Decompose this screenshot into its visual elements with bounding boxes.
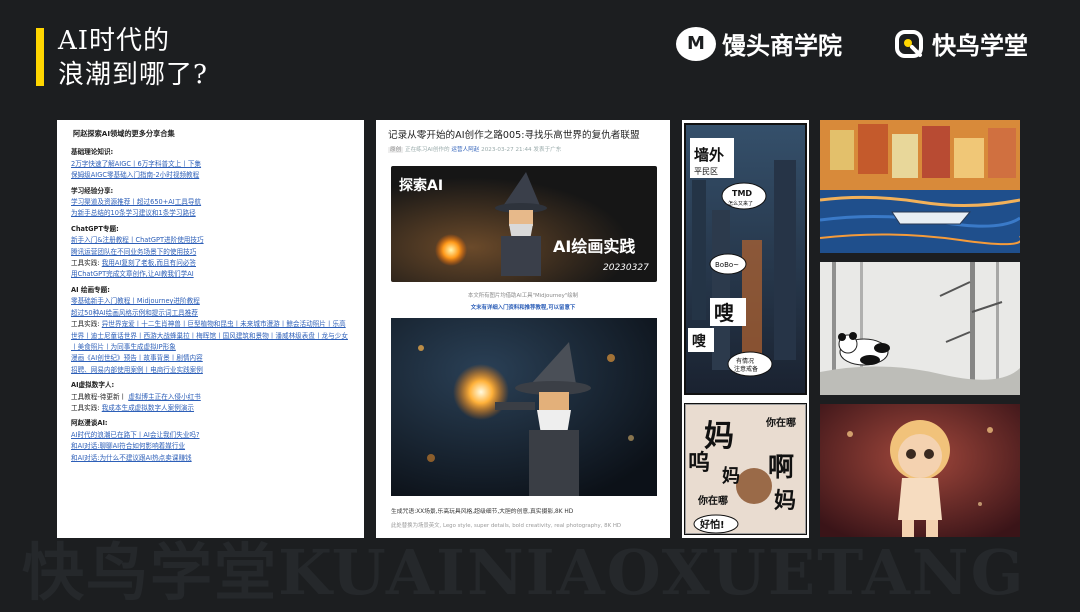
link-collection-panel: 阿赵探索AI领域的更多分享合集 基础理论知识: 2万字快速了解AIGC丨6万字科…: [57, 120, 364, 538]
account-link[interactable]: 运营人阿赵: [451, 147, 479, 153]
comic-bubble-alert-sub: 注意戒备: [734, 365, 758, 373]
article-panel: 记录从零开始的AI创作之路005:寻找乐高世界的复仇者联盟 原创 正在练习AI创…: [376, 120, 670, 538]
row-prefix: 工具教程-待更新丨: [71, 392, 127, 401]
comic-bubble-where-2: 你在哪: [697, 494, 728, 507]
practice-row: 工具实践: 我成本生成虚拟数字人案例演示: [71, 403, 350, 414]
collection-link[interactable]: 和AI对话:聊聊AI符合如何影响着媒行业: [71, 441, 350, 452]
collection-link[interactable]: 腾讯运营团队在不同业务场景下的使用技巧: [71, 247, 350, 258]
collection-link[interactable]: 我成本生成虚拟数字人案例演示: [102, 404, 194, 412]
painting-harbor-image: [820, 120, 1020, 253]
collection-link[interactable]: 招聘、网易内部使用案例丨电商行业实践案例: [71, 365, 350, 376]
collection-link[interactable]: 学习渠道及资源推荐丨超过650+AI工具导航: [71, 197, 350, 208]
comic-big-2: 妈: [722, 466, 740, 487]
collection-link[interactable]: 虚拟博主正在入侵小红书: [128, 393, 201, 401]
section-heading: 学习经验分享:: [71, 186, 114, 195]
comic-big-1: 妈: [704, 419, 734, 454]
collection-link[interactable]: 用ChatGPT完成文章创作,让AI教我们学AI: [71, 269, 350, 280]
comic-bubble-tmd-sub: 怎么又来了: [728, 200, 753, 207]
practice-row: 工具实践: 异世界宠爱丨十二生肖神兽丨巨型植物和昆虫丨未来城市漫游丨鲸会活动照片…: [71, 319, 350, 353]
row-prefix: 工具实践:: [71, 403, 100, 412]
collection-link[interactable]: 保姆级AIGC零基础入门指南-2小时视频教程: [71, 170, 350, 181]
practice-row: 工具实践: 我用AI复刻了老板,而且有问必答: [71, 258, 350, 269]
cover-top-text: 探索AI: [399, 177, 443, 194]
practice-prefix: 工具实践:: [71, 259, 100, 268]
comic-bubble-alert: 有情况: [736, 357, 754, 365]
prompt-english: 此处替换为场景英文, Lego style, super details, bo…: [391, 523, 622, 529]
collection-link[interactable]: AI时代的浪潮已在路下丨AI会让我们失业吗?: [71, 430, 350, 441]
comic-header-sub: 平民区: [694, 167, 718, 176]
mantou-logo-icon: M: [676, 26, 716, 61]
collection-title: 阿赵探索AI领域的更多分享合集: [73, 129, 175, 138]
comic-sfx-1: 嗖: [714, 301, 734, 325]
comic-big-4: 妈: [774, 489, 796, 514]
painting-panda-image: [820, 262, 1020, 395]
kuainiao-logo-icon: [892, 27, 926, 61]
comic-bubble-where: 你在哪: [765, 416, 796, 429]
section-heading: AI虚拟数字人:: [71, 381, 115, 390]
comic-header-text: 墙外: [694, 146, 724, 164]
collection-link[interactable]: 和AI对话:为什么不建议跟AI热点卖课赚钱: [71, 453, 350, 464]
brand-mantou: M 馒头商学院: [676, 26, 842, 61]
section-heading: 阿赵漫谈AI:: [71, 419, 108, 428]
section-heading: ChatGPT专题:: [71, 224, 119, 233]
title-line-2: 浪潮到哪了?: [58, 60, 208, 90]
practice-row: 工具教程-待更新丨 虚拟博主正在入侵小红书: [71, 392, 350, 403]
comic-left-char: 呜: [688, 450, 710, 476]
title-line-1: AI时代的: [58, 26, 171, 56]
section-heading: AI 绘画专题:: [71, 285, 110, 294]
prompt-chinese: 生成咒语:XX场景,乐高玩具风格,超级细节,大胆的创意,真实摄影,8K HD: [391, 509, 574, 515]
accent-bar: [36, 28, 44, 86]
section-heading: 基础理论知识:: [71, 148, 114, 157]
collection-link[interactable]: 零基础新手入门教程丨Midjourney进阶教程: [71, 296, 350, 307]
brand-kuainiao: 快鸟学堂: [892, 26, 1028, 61]
article-location: 发表于广东: [533, 147, 562, 153]
cover-main-text: AI绘画实践: [553, 237, 635, 256]
tip-caption: 文末有详细入门资料和推荐教程,可以留意下: [470, 305, 576, 311]
cover-date-text: 20230327: [603, 263, 649, 273]
collection-link[interactable]: 超过50种AI绘画风格示例和提示词工具推荐: [71, 308, 350, 319]
article-cover-image: 探索AI AI绘画实践 20230327: [391, 166, 657, 282]
comic-strip: 墙外 平民区 TMD 怎么又来了 BoBo~ 嗖 嗖 有情况 注意戒备 你在哪 …: [682, 120, 809, 538]
collection-link[interactable]: 为新手总结的10条学习建议和1条学习路径: [71, 208, 350, 219]
brand-kuainiao-name: 快鸟学堂: [932, 32, 1028, 60]
comic-big-3: 啊: [768, 453, 794, 483]
original-badge: 原创: [388, 147, 404, 153]
article-title[interactable]: 记录从零开始的AI创作之路005:寻找乐高世界的复仇者联盟: [388, 127, 640, 141]
brand-mantou-name: 馒头商学院: [722, 32, 842, 60]
comic-bubble-bobo: BoBo~: [715, 261, 739, 269]
article-meta: 原创 正在练习AI创作的 运营人阿赵 2023-03-27 21:44 发表于广…: [388, 145, 561, 153]
collection-link[interactable]: 漫画《AI创世纪》预告丨故事背景丨剧情内容: [71, 353, 350, 364]
collection-link[interactable]: 新手入门&注册教程丨ChatGPT进阶使用技巧: [71, 235, 350, 246]
article-date: 2023-03-27 21:44: [481, 147, 532, 153]
image-caption: 本文所有图片均借助AI工具"Midjourney"绘制: [467, 293, 579, 299]
comic-bubble-scared: 好怕!: [699, 518, 725, 531]
comic-sfx-2: 嗖: [692, 333, 706, 350]
page-title: AI时代的 浪潮到哪了?: [58, 24, 208, 92]
painting-cherub-image: [820, 404, 1020, 537]
article-author: 正在练习AI创作的: [404, 147, 450, 153]
collection-link[interactable]: 异世界宠爱丨十二生肖神兽丨巨型植物和昆虫丨未来城市漫游丨鲸会活动照片丨乐高世界丨…: [71, 320, 348, 351]
lego-wizard-image: [391, 318, 657, 496]
collection-link[interactable]: 我用AI复刻了老板,而且有问必答: [102, 259, 196, 267]
collection-link[interactable]: 2万字快速了解AIGC丨6万字科普文上丨下集: [71, 159, 350, 170]
practice-prefix: 工具实践:: [71, 320, 100, 329]
comic-bubble-tmd: TMD: [732, 189, 752, 198]
